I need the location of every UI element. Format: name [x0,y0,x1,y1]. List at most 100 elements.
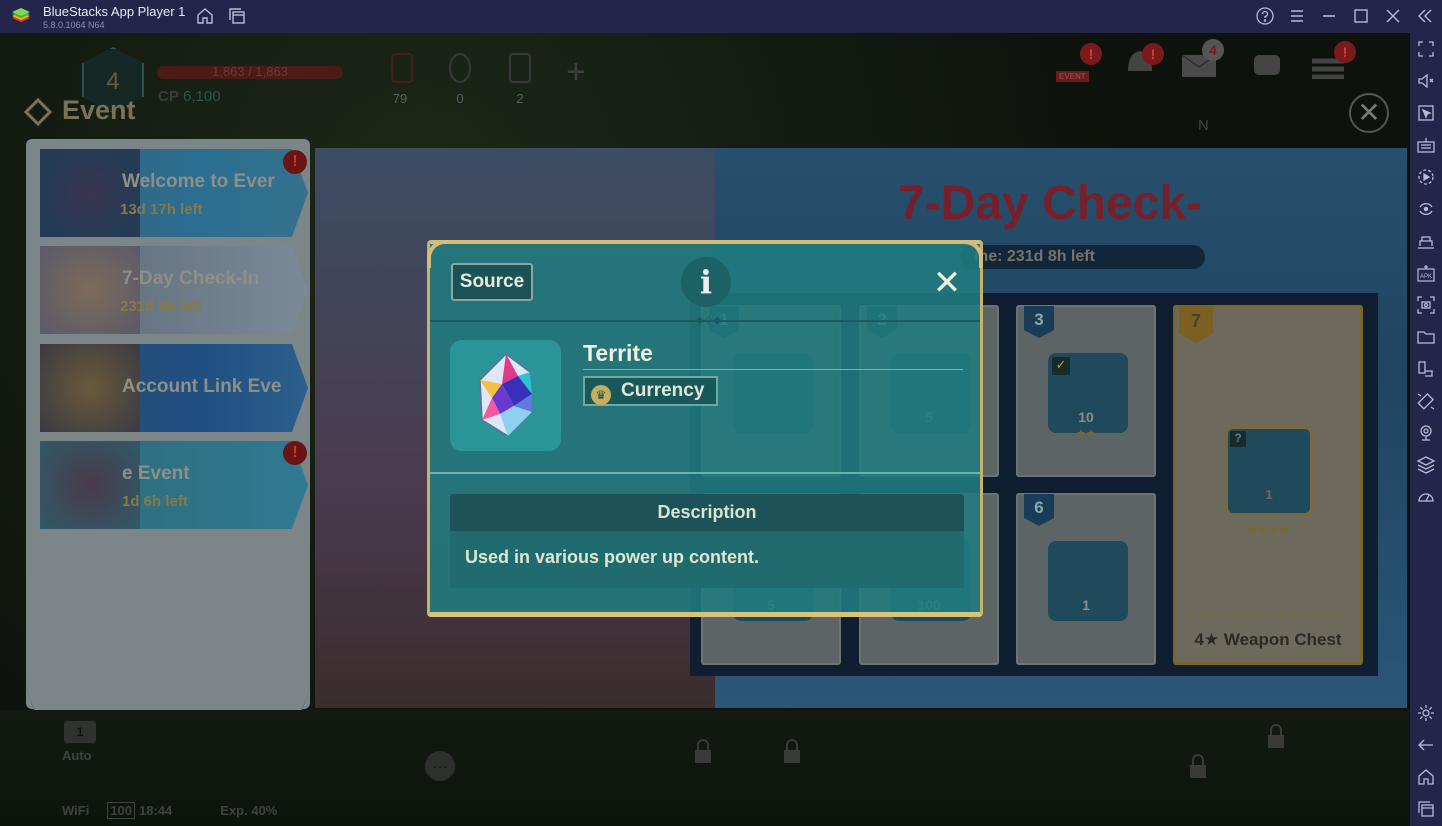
help-icon[interactable] [1255,6,1275,26]
description-header: Description [450,494,964,531]
event-name: 7-Day Check-In [122,268,260,289]
close-event-button[interactable]: ✕ [1349,93,1389,133]
day-number: 3 [1024,306,1054,338]
section-divider [430,472,980,474]
item-info-modal: Source i ✕ ◆◇◆ Territe ♛ Currency Descrip… [427,240,983,617]
checkin-title: 7-Day Check- [898,177,1203,230]
maximize-icon[interactable] [1351,6,1371,26]
back-icon[interactable] [1416,735,1436,755]
checkin-time-left: me: 231d 8h left [960,245,1205,269]
territe-crystal-icon [479,354,533,436]
volume-mute-icon[interactable] [1416,71,1436,91]
folder-icon[interactable] [1416,327,1436,347]
cp-label: CP [158,88,179,105]
window-title-bar: BlueStacks App Player 1 5.8.0.1064 N64 [0,0,1442,33]
game-controls-icon[interactable] [1416,231,1436,251]
skill-point-count: 2 [516,91,524,106]
day-card-6[interactable]: 61 [1016,493,1156,665]
event-item-7-day-checkin[interactable]: 7-Day Check-In 231d 8h left [40,246,308,334]
rotate-icon[interactable] [1416,391,1436,411]
cp-value: 6,100 [183,88,221,105]
eco-mode-icon[interactable] [1416,487,1436,507]
question-icon: ? [1230,431,1246,447]
event-name: Account Link Eve [122,376,282,397]
inventory-bag-icon[interactable] [1248,43,1288,79]
menu-icon[interactable] [1287,6,1307,26]
day-card-3[interactable]: 3 ✓ 10 ★★ [1016,305,1156,477]
event-title-text: Event [62,95,136,125]
item-icon-frame [450,340,561,451]
exp-percent: Exp. 40% [220,803,278,818]
location-icon[interactable] [1416,423,1436,443]
chat-icon[interactable]: … [425,751,455,781]
modal-close-button[interactable]: ✕ [927,263,967,303]
camera-icon[interactable]: 1 [64,721,96,743]
mail-icon[interactable]: 4 [1180,39,1224,79]
reward-qty: 1 [1082,597,1090,613]
close-icon[interactable] [1383,6,1403,26]
event-thumbnail [40,246,140,334]
potion-count: 79 [392,91,408,106]
event-menu-icon[interactable]: EVENT ! [1056,43,1102,82]
mail-count-badge: 4 [1202,39,1224,61]
day-card-7[interactable]: 7 ? 1 ★★★★ 4★ Weapon Chest [1173,305,1363,665]
event-item-welcome[interactable]: Welcome to Ever 13d 17h left [40,149,308,237]
sync-icon[interactable] [1416,199,1436,219]
event-thumbnail [40,149,140,237]
camera-mode-label[interactable]: Auto [62,748,92,763]
stat-point-icon[interactable] [449,53,471,83]
battery-level: 100 [107,802,136,819]
day-number: 6 [1024,494,1054,526]
screenshot-icon[interactable] [1416,295,1436,315]
locked-skill-slot-icon[interactable] [782,738,802,764]
event-thumbnail [40,441,140,529]
star-rating-icon: ★★ [1076,428,1096,440]
compass-north: N [1198,117,1209,134]
locked-skill-slot-icon[interactable] [693,738,713,764]
crown-icon: ♛ [591,385,611,405]
potion-icon[interactable] [391,53,413,83]
install-apk-icon[interactable]: APK [1416,263,1436,283]
android-home-icon[interactable] [1416,767,1436,787]
item-type-label: Currency [621,380,705,401]
layers-icon[interactable] [1416,455,1436,475]
reward-qty: 10 [1078,409,1094,425]
source-button[interactable]: Source [451,263,533,301]
skill-point-icon[interactable] [509,53,531,83]
event-item-dice[interactable]: e Event 1d 6h left [40,441,308,529]
diamond-icon [23,97,53,127]
notifications-bell-icon[interactable]: ! [1120,43,1164,79]
locked-skill-slot-icon[interactable] [1266,723,1286,749]
event-screen-title: Event [23,95,136,127]
multi-instance-manager-icon[interactable] [1416,359,1436,379]
info-icon: i [681,257,731,307]
plus-icon[interactable]: + [566,53,586,92]
settings-icon[interactable] [1416,703,1436,723]
name-divider [583,369,963,370]
event-alert-badge: ! [1080,43,1102,65]
svg-text:APK: APK [1420,274,1432,280]
event-alert-badge: ! [283,441,307,465]
event-menu-label: EVENT [1056,71,1089,82]
pointer-icon[interactable] [1416,103,1436,123]
fullscreen-icon[interactable] [1416,39,1436,59]
stat-point-count: 0 [456,91,464,106]
event-name: Welcome to Ever [122,171,275,192]
main-menu-icon[interactable]: ! [1310,41,1356,80]
locked-skill-slot-icon[interactable] [1188,753,1208,779]
keyboard-icon[interactable] [1416,135,1436,155]
collapse-sidebar-icon[interactable] [1415,6,1435,26]
app-version: 5.8.0.1064 N64 [43,20,105,30]
event-item-account-link[interactable]: Account Link Eve [40,344,308,432]
home-icon[interactable] [195,6,215,26]
multi-instance-icon[interactable] [227,6,247,26]
recent-apps-icon[interactable] [1416,799,1436,819]
reward-qty: 1 [1265,487,1273,502]
minimize-icon[interactable] [1319,6,1339,26]
macro-record-icon[interactable] [1416,167,1436,187]
clock: 18:44 [139,803,173,818]
day-7-reward-label: 4★ Weapon Chest [1194,630,1342,649]
event-alert-badge: ! [283,150,307,174]
app-title: BlueStacks App Player 1 [43,4,186,19]
weapon-chest-slot: ? 1 [1225,426,1313,516]
